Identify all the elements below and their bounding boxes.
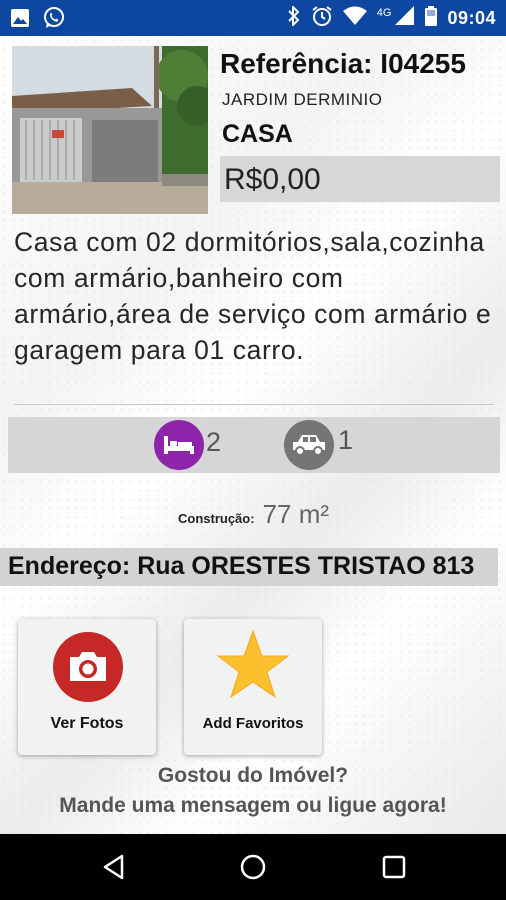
address: Endereço: Rua ORESTES TRISTAO 813 xyxy=(8,552,475,580)
clock: 09:04 xyxy=(447,7,496,28)
bedroom-count: 2 xyxy=(206,427,222,457)
bluetooth-icon xyxy=(287,4,301,31)
back-icon[interactable] xyxy=(96,849,132,885)
construction-area: Construção: 77 m² xyxy=(178,499,329,530)
add-favorites-label: Add Favoritos xyxy=(202,715,304,732)
price-box: R$0,00 xyxy=(220,156,500,202)
reference-code: Referência: I04255 xyxy=(220,48,466,79)
bed-icon xyxy=(154,420,204,470)
alarm-icon xyxy=(311,5,333,32)
neighborhood: JARDIM DERMINIO xyxy=(222,90,383,109)
view-photos-label: Ver Fotos xyxy=(50,715,124,732)
features-bar: 2 1 xyxy=(8,417,500,473)
construction-value: 77 m² xyxy=(262,499,330,529)
battery-icon xyxy=(425,5,438,31)
description: Casa com 02 dormitórios,sala,cozinha com… xyxy=(14,227,492,365)
house-photo[interactable] xyxy=(12,46,208,214)
property-type: CASA xyxy=(222,120,293,148)
cta-message: Mande uma mensagem ou ligue agora! xyxy=(59,794,447,817)
camera-icon xyxy=(52,631,124,708)
property-detail: Referência: I04255 JARDIM DERMINIO CASA … xyxy=(0,36,506,834)
star-icon xyxy=(216,629,290,706)
home-icon[interactable] xyxy=(235,849,271,885)
wifi-icon xyxy=(342,6,367,31)
view-photos-button[interactable]: Ver Fotos xyxy=(18,619,156,755)
car-icon xyxy=(284,420,334,470)
network-type: 4G xyxy=(376,7,392,19)
recents-icon[interactable] xyxy=(376,849,412,885)
add-favorites-button[interactable]: Add Favoritos xyxy=(184,619,322,755)
signal-icon xyxy=(395,5,415,31)
image-icon xyxy=(10,8,30,33)
address-box: Endereço: Rua ORESTES TRISTAO 813 xyxy=(0,548,498,586)
construction-label: Construção: xyxy=(178,511,255,526)
garage-count: 1 xyxy=(338,425,354,455)
divider xyxy=(14,404,494,405)
price: R$0,00 xyxy=(224,163,321,196)
status-bar: 4G 09:04 xyxy=(0,0,506,36)
whatsapp-icon xyxy=(42,6,66,35)
navigation-bar xyxy=(0,834,506,900)
cta-question: Gostou do Imóvel? xyxy=(157,764,349,787)
